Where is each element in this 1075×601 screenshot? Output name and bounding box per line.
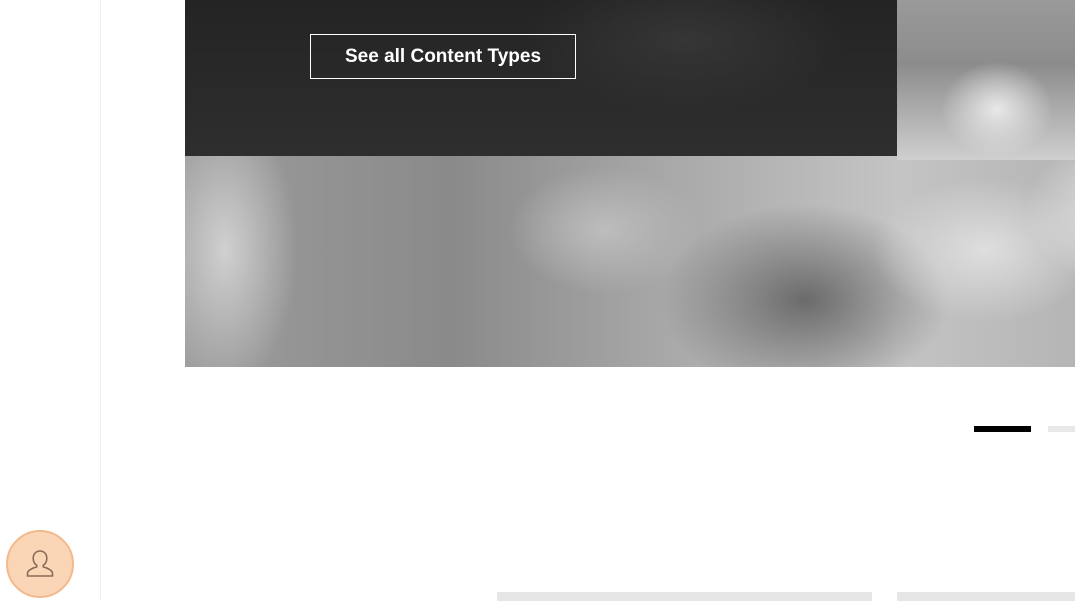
hero-banner: See all Content Types: [185, 0, 1075, 367]
left-sidebar: [0, 0, 101, 601]
user-avatar[interactable]: [6, 530, 74, 598]
content-card-placeholder-1[interactable]: [497, 592, 872, 601]
see-all-content-types-button[interactable]: See all Content Types: [310, 34, 576, 79]
carousel-indicator-1-active[interactable]: [974, 426, 1031, 432]
content-card-placeholder-2[interactable]: [897, 592, 1075, 601]
carousel-indicator-2[interactable]: [1048, 426, 1075, 432]
page: See all Content Types: [0, 0, 1075, 601]
hero-overlay-panel: See all Content Types: [185, 0, 897, 156]
hero-image-top-right: [897, 0, 1075, 160]
user-silhouette-icon: [26, 550, 54, 577]
